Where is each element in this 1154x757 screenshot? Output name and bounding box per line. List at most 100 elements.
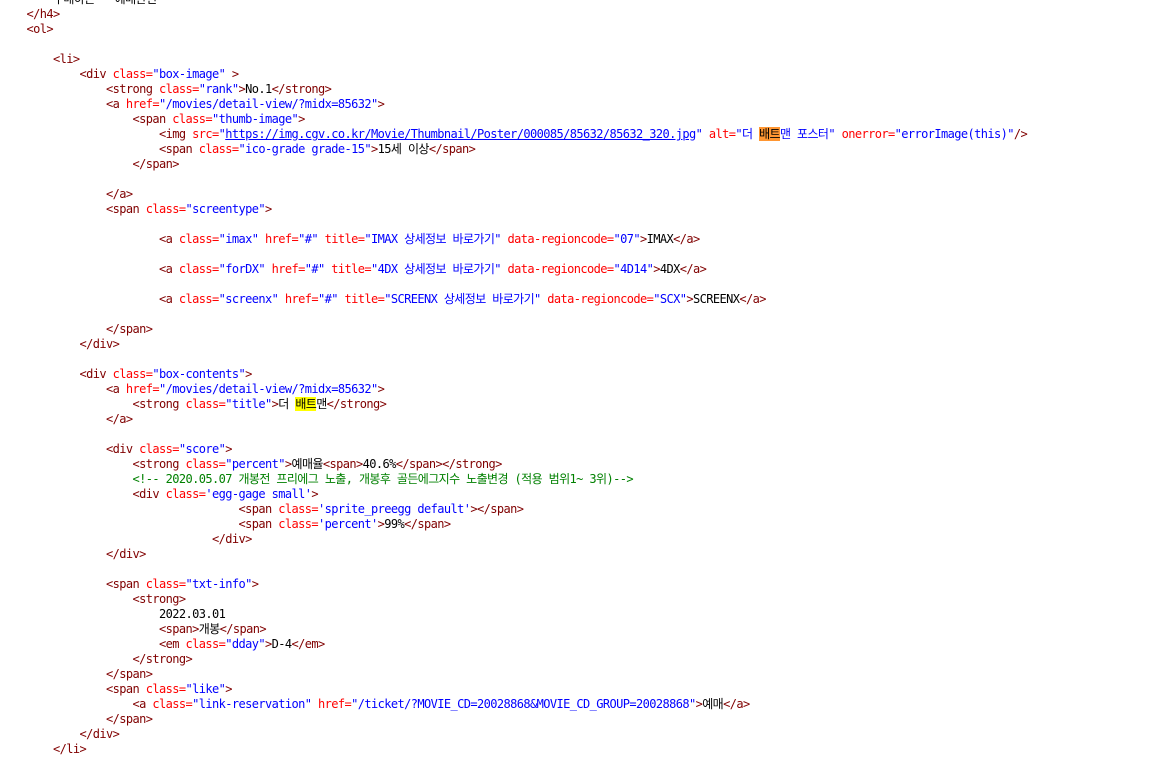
code-line: </div> — [0, 337, 1154, 352]
tag-token: > — [265, 202, 272, 216]
code-line: <span class="thumb-image"> — [0, 112, 1154, 127]
tag-token: <a — [0, 262, 179, 276]
code-line: <span class="screentype"> — [0, 202, 1154, 217]
code-line: </h4> — [0, 7, 1154, 22]
code-line: </div> — [0, 547, 1154, 562]
code-line: <a class="screenx" href="#" title="SCREE… — [0, 292, 1154, 307]
tag-token: <span — [0, 202, 146, 216]
source-code-view: 구매하는 - 예매관련 </h4> <ol> <li> <div class="… — [0, 0, 1154, 757]
attribute-value-token: "/movies/detail-view/?midx=85632" — [159, 382, 378, 396]
code-line: <!-- 2020.05.07 개봉전 프리에그 노출, 개봉후 골든에그지수 … — [0, 472, 1154, 487]
code-line: </span> — [0, 667, 1154, 682]
code-line: <ol> — [0, 22, 1154, 37]
text-token: IMAX — [646, 232, 674, 246]
attribute-value-token: "ico-grade grade-15" — [238, 142, 372, 156]
tag-token: </strong> — [326, 397, 387, 411]
attribute-name-token: href= — [265, 262, 306, 276]
code-line: </div> — [0, 532, 1154, 547]
attribute-name-token: class= — [172, 112, 212, 126]
attribute-name-token: data-regioncode= — [500, 262, 615, 276]
tag-token: </span> — [0, 667, 153, 681]
tag-token: <a — [0, 97, 126, 111]
src-url-link[interactable]: https://img.cgv.co.kr/Movie/Thumbnail/Po… — [225, 127, 696, 141]
tag-token: <span — [0, 112, 173, 126]
code-line: <span class='sprite_preegg default'></sp… — [0, 502, 1154, 517]
comment-token: <!-- 2020.05.07 개봉전 프리에그 노출, 개봉후 골든에그지수 … — [0, 472, 633, 486]
tag-token: </li> — [0, 742, 87, 756]
tag-token: </a> — [679, 262, 707, 276]
attribute-name-token: class= — [152, 697, 193, 711]
tag-token: <span — [0, 517, 279, 531]
code-line: </a> — [0, 412, 1154, 427]
attribute-value-token: "screentype" — [185, 202, 266, 216]
tag-token: <a — [0, 232, 179, 246]
code-line: <strong> — [0, 592, 1154, 607]
tag-token: > — [225, 442, 232, 456]
text-token: 예매 — [702, 697, 724, 711]
attribute-name-token: href= — [125, 382, 160, 396]
code-line: <div class="box-image" > — [0, 67, 1154, 82]
attribute-value-token: "#" — [304, 262, 325, 276]
tag-token: <span — [0, 577, 146, 591]
attribute-name-token: class= — [112, 367, 153, 381]
tag-token: <div — [0, 487, 166, 501]
attribute-name-token: href= — [125, 97, 160, 111]
code-line: </li> — [0, 742, 1154, 757]
attribute-value-token: "더 — [735, 127, 760, 141]
attribute-name-token: href= — [311, 697, 352, 711]
code-line: </span> — [0, 157, 1154, 172]
text-token: SCREENX — [693, 292, 740, 306]
tag-token: > — [377, 97, 385, 111]
tag-token: </span> — [0, 712, 153, 726]
attribute-value-token: "link-reservation" — [192, 697, 312, 711]
attribute-value-token: "errorImage(this)" — [894, 127, 1015, 141]
tag-token: <a — [0, 292, 179, 306]
code-line: 구매하는 - 예매관련 — [0, 0, 1154, 7]
attribute-name-token: class= — [178, 292, 219, 306]
tag-token: <a — [0, 382, 126, 396]
tag-token: <li> — [0, 52, 80, 66]
attribute-value-token: "score" — [178, 442, 226, 456]
tag-token: > — [653, 262, 660, 276]
tag-token: ></span> — [470, 502, 524, 516]
tag-token: > — [225, 682, 232, 696]
code-line: <li> — [0, 52, 1154, 67]
tag-token: </div> — [0, 532, 252, 546]
attribute-name-token: data-regioncode= — [500, 232, 615, 246]
attribute-name-token: class= — [139, 442, 179, 456]
code-line: <div class="box-contents"> — [0, 367, 1154, 382]
attribute-value-token: "box-image" — [152, 67, 226, 81]
attribute-name-token: class= — [185, 397, 226, 411]
attribute-value-token: 'percent' — [317, 517, 378, 531]
attribute-value-token: "title" — [225, 397, 272, 411]
tag-token: </span> — [0, 157, 179, 171]
attribute-value-token: "dday" — [225, 637, 265, 651]
attribute-value-token: "4DX 상세정보 바로가기" — [371, 262, 502, 276]
tag-token: </span></strong> — [395, 457, 503, 471]
tag-token: <strong — [0, 82, 159, 96]
tag-token: > — [371, 142, 378, 156]
tag-token: > — [225, 67, 239, 81]
code-line: </strong> — [0, 652, 1154, 667]
attribute-value-token: 'sprite_preegg default' — [317, 502, 471, 516]
tag-token: > — [284, 457, 292, 471]
tag-token: </span> — [428, 142, 476, 156]
attribute-value-token: "rank" — [198, 82, 239, 96]
attribute-name-token: class= — [198, 142, 239, 156]
attribute-value-token: "/movies/detail-view/?midx=85632" — [159, 97, 378, 111]
tag-token: </a> — [723, 697, 750, 711]
tag-token: /> — [1013, 127, 1028, 141]
tag-token: > — [251, 577, 259, 591]
text-token: 예매율 — [291, 457, 324, 471]
attribute-value-token: 'egg-gage small' — [205, 487, 312, 501]
code-line: <span>개봉</span> — [0, 622, 1154, 637]
code-line: <span class="like"> — [0, 682, 1154, 697]
code-line: <em class="dday">D-4</em> — [0, 637, 1154, 652]
tag-token: > — [245, 367, 252, 381]
code-line: </a> — [0, 187, 1154, 202]
attribute-name-token: class= — [145, 202, 186, 216]
